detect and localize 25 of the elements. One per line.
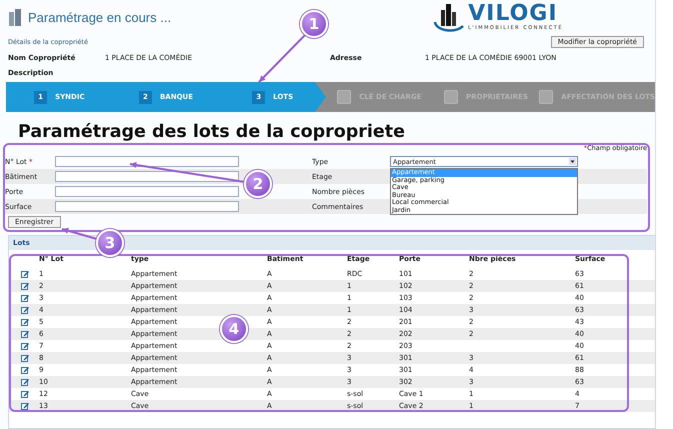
edit-icon[interactable] bbox=[21, 270, 29, 278]
text-field[interactable] bbox=[55, 201, 239, 212]
edit-icon[interactable] bbox=[21, 318, 29, 326]
section-heading: Paramétrage des lots de la copropriete bbox=[17, 121, 406, 142]
edit-icon[interactable] bbox=[21, 354, 29, 362]
edit-icon[interactable] bbox=[21, 390, 29, 398]
pointer-arrow bbox=[258, 33, 307, 83]
edit-icon[interactable] bbox=[21, 378, 29, 386]
text-field[interactable] bbox=[55, 156, 239, 167]
text-field[interactable] bbox=[55, 186, 239, 197]
edit-icon[interactable] bbox=[21, 306, 29, 314]
page-title: Paramétrage en cours ... bbox=[28, 10, 172, 24]
step-icon bbox=[444, 90, 458, 104]
step-icon bbox=[337, 90, 352, 104]
caret-icon bbox=[569, 158, 576, 165]
edit-icon[interactable] bbox=[21, 402, 29, 410]
edit-icon[interactable] bbox=[21, 282, 29, 290]
edit-icon[interactable] bbox=[21, 366, 29, 374]
pointer-arrow bbox=[62, 228, 98, 240]
edit-icon[interactable] bbox=[21, 294, 29, 302]
edit-icon[interactable] bbox=[21, 330, 29, 338]
edit-icon[interactable] bbox=[21, 342, 29, 350]
text-field[interactable] bbox=[55, 171, 239, 182]
step-icon bbox=[539, 90, 554, 104]
building-icon bbox=[8, 8, 22, 26]
